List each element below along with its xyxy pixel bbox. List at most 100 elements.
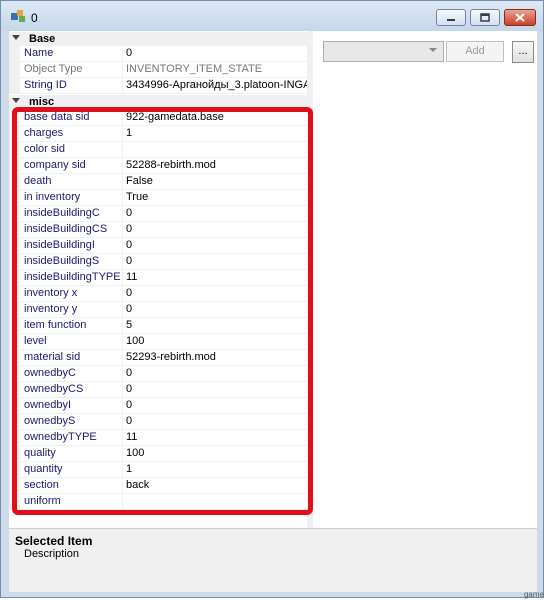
property-value[interactable]: 0 bbox=[123, 254, 307, 270]
property-value[interactable]: 0 bbox=[123, 382, 307, 398]
property-name[interactable]: insideBuildingS bbox=[20, 254, 123, 270]
property-value[interactable]: 0 bbox=[123, 302, 307, 318]
property-value[interactable]: 0 bbox=[123, 398, 307, 414]
property-row[interactable]: level 100 bbox=[9, 334, 307, 350]
property-name[interactable]: in inventory bbox=[20, 190, 123, 206]
property-value[interactable]: 100 bbox=[123, 446, 307, 462]
property-value[interactable]: 922-gamedata.base bbox=[123, 110, 307, 126]
type-combobox[interactable] bbox=[323, 41, 444, 62]
property-value[interactable]: 0 bbox=[123, 206, 307, 222]
property-value[interactable]: 11 bbox=[123, 270, 307, 286]
property-name[interactable]: quality bbox=[20, 446, 123, 462]
property-row[interactable]: company sid 52288-rebirth.mod bbox=[9, 158, 307, 174]
property-row[interactable]: material sid 52293-rebirth.mod bbox=[9, 350, 307, 366]
property-value[interactable]: False bbox=[123, 174, 307, 190]
property-value[interactable]: 52293-rebirth.mod bbox=[123, 350, 307, 366]
property-name[interactable]: ownedbyCS bbox=[20, 382, 123, 398]
property-row[interactable]: Name 0 bbox=[9, 46, 307, 62]
property-name[interactable]: death bbox=[20, 174, 123, 190]
property-value[interactable]: 0 bbox=[123, 286, 307, 302]
row-gutter bbox=[9, 126, 20, 142]
property-name[interactable]: quantity bbox=[20, 462, 123, 478]
row-gutter bbox=[9, 158, 20, 174]
property-row[interactable]: ownedbyC 0 bbox=[9, 366, 307, 382]
property-name[interactable]: level bbox=[20, 334, 123, 350]
row-gutter bbox=[9, 414, 20, 430]
property-row[interactable]: ownedbyTYPE 11 bbox=[9, 430, 307, 446]
property-row[interactable]: insideBuildingCS 0 bbox=[9, 222, 307, 238]
browse-button[interactable]: ... bbox=[512, 41, 534, 63]
property-name[interactable]: ownedbyTYPE bbox=[20, 430, 123, 446]
property-value[interactable]: 0 bbox=[123, 222, 307, 238]
category-misc[interactable]: misc bbox=[9, 95, 307, 109]
dropdown-arrow-icon[interactable] bbox=[429, 48, 437, 52]
property-value[interactable]: INVENTORY_ITEM_STATE bbox=[123, 62, 307, 78]
maximize-button[interactable] bbox=[470, 9, 500, 26]
property-value[interactable] bbox=[123, 494, 307, 510]
property-row[interactable]: ownedbyCS 0 bbox=[9, 382, 307, 398]
property-name[interactable]: insideBuildingCS bbox=[20, 222, 123, 238]
property-row[interactable]: color sid bbox=[9, 142, 307, 158]
property-row[interactable]: Object Type INVENTORY_ITEM_STATE bbox=[9, 62, 307, 78]
property-value[interactable]: 11 bbox=[123, 430, 307, 446]
property-row[interactable]: insideBuildingS 0 bbox=[9, 254, 307, 270]
property-row[interactable]: uniform bbox=[9, 494, 307, 510]
property-name[interactable]: Object Type bbox=[20, 62, 123, 78]
property-value[interactable] bbox=[123, 142, 307, 158]
category-base[interactable]: Base bbox=[9, 32, 307, 46]
collapse-triangle-icon[interactable] bbox=[12, 98, 20, 103]
property-name[interactable]: ownedbyI bbox=[20, 398, 123, 414]
property-name[interactable]: String ID bbox=[20, 78, 123, 94]
property-name[interactable]: material sid bbox=[20, 350, 123, 366]
property-name[interactable]: item function bbox=[20, 318, 123, 334]
property-name[interactable]: Name bbox=[20, 46, 123, 62]
close-button[interactable] bbox=[504, 9, 536, 26]
property-row[interactable]: in inventory True bbox=[9, 190, 307, 206]
property-value[interactable]: 1 bbox=[123, 126, 307, 142]
minimize-button[interactable] bbox=[436, 9, 466, 26]
property-row[interactable]: String ID 3434996-Арганойды_3.platoon-ING… bbox=[9, 78, 307, 94]
property-row[interactable]: inventory x0 bbox=[9, 286, 307, 302]
property-value[interactable]: 0 bbox=[123, 238, 307, 254]
property-name[interactable]: charges bbox=[20, 126, 123, 142]
property-name[interactable]: inventory x bbox=[20, 286, 123, 302]
property-name[interactable]: section bbox=[20, 478, 123, 494]
property-name[interactable]: insideBuildingC bbox=[20, 206, 123, 222]
collapse-triangle-icon[interactable] bbox=[12, 35, 20, 40]
property-value[interactable]: 0 bbox=[123, 366, 307, 382]
property-row[interactable]: insideBuildingC 0 bbox=[9, 206, 307, 222]
property-row[interactable]: quality 100 bbox=[9, 446, 307, 462]
property-name[interactable]: color sid bbox=[20, 142, 123, 158]
property-row[interactable]: ownedbyS 0 bbox=[9, 414, 307, 430]
property-row[interactable]: insideBuildingTYPE 11 bbox=[9, 270, 307, 286]
property-name[interactable]: ownedbyS bbox=[20, 414, 123, 430]
property-value[interactable]: 5 bbox=[123, 318, 307, 334]
property-row[interactable]: charges 1 bbox=[9, 126, 307, 142]
property-value[interactable]: 52288-rebirth.mod bbox=[123, 158, 307, 174]
app-icon bbox=[11, 10, 25, 22]
property-name[interactable]: base data sid bbox=[20, 110, 123, 126]
property-value[interactable]: 3434996-Арганойды_3.platoon-INGA bbox=[123, 78, 307, 94]
title-bar[interactable]: 0 bbox=[1, 1, 543, 31]
property-row[interactable]: insideBuildingI 0 bbox=[9, 238, 307, 254]
property-row[interactable]: quantity 1 bbox=[9, 462, 307, 478]
property-row[interactable]: section back bbox=[9, 478, 307, 494]
property-value[interactable]: True bbox=[123, 190, 307, 206]
property-value[interactable]: 100 bbox=[123, 334, 307, 350]
property-name[interactable]: company sid bbox=[20, 158, 123, 174]
property-name[interactable]: inventory y bbox=[20, 302, 123, 318]
property-row[interactable]: inventory y0 bbox=[9, 302, 307, 318]
property-row[interactable]: ownedbyI 0 bbox=[9, 398, 307, 414]
add-button[interactable]: Add bbox=[446, 41, 504, 62]
property-name[interactable]: insideBuildingTYPE bbox=[20, 270, 123, 286]
property-row[interactable]: item function 5 bbox=[9, 318, 307, 334]
property-name[interactable]: ownedbyC bbox=[20, 366, 123, 382]
property-value[interactable]: back bbox=[123, 478, 307, 494]
property-value[interactable]: 0 bbox=[123, 414, 307, 430]
property-row[interactable]: death False bbox=[9, 174, 307, 190]
property-row[interactable]: base data sid 922-gamedata.base bbox=[9, 110, 307, 126]
property-name[interactable]: uniform bbox=[20, 494, 123, 510]
property-value[interactable]: 0 bbox=[123, 46, 307, 62]
property-name[interactable]: insideBuildingI bbox=[20, 238, 123, 254]
property-value[interactable]: 1 bbox=[123, 462, 307, 478]
